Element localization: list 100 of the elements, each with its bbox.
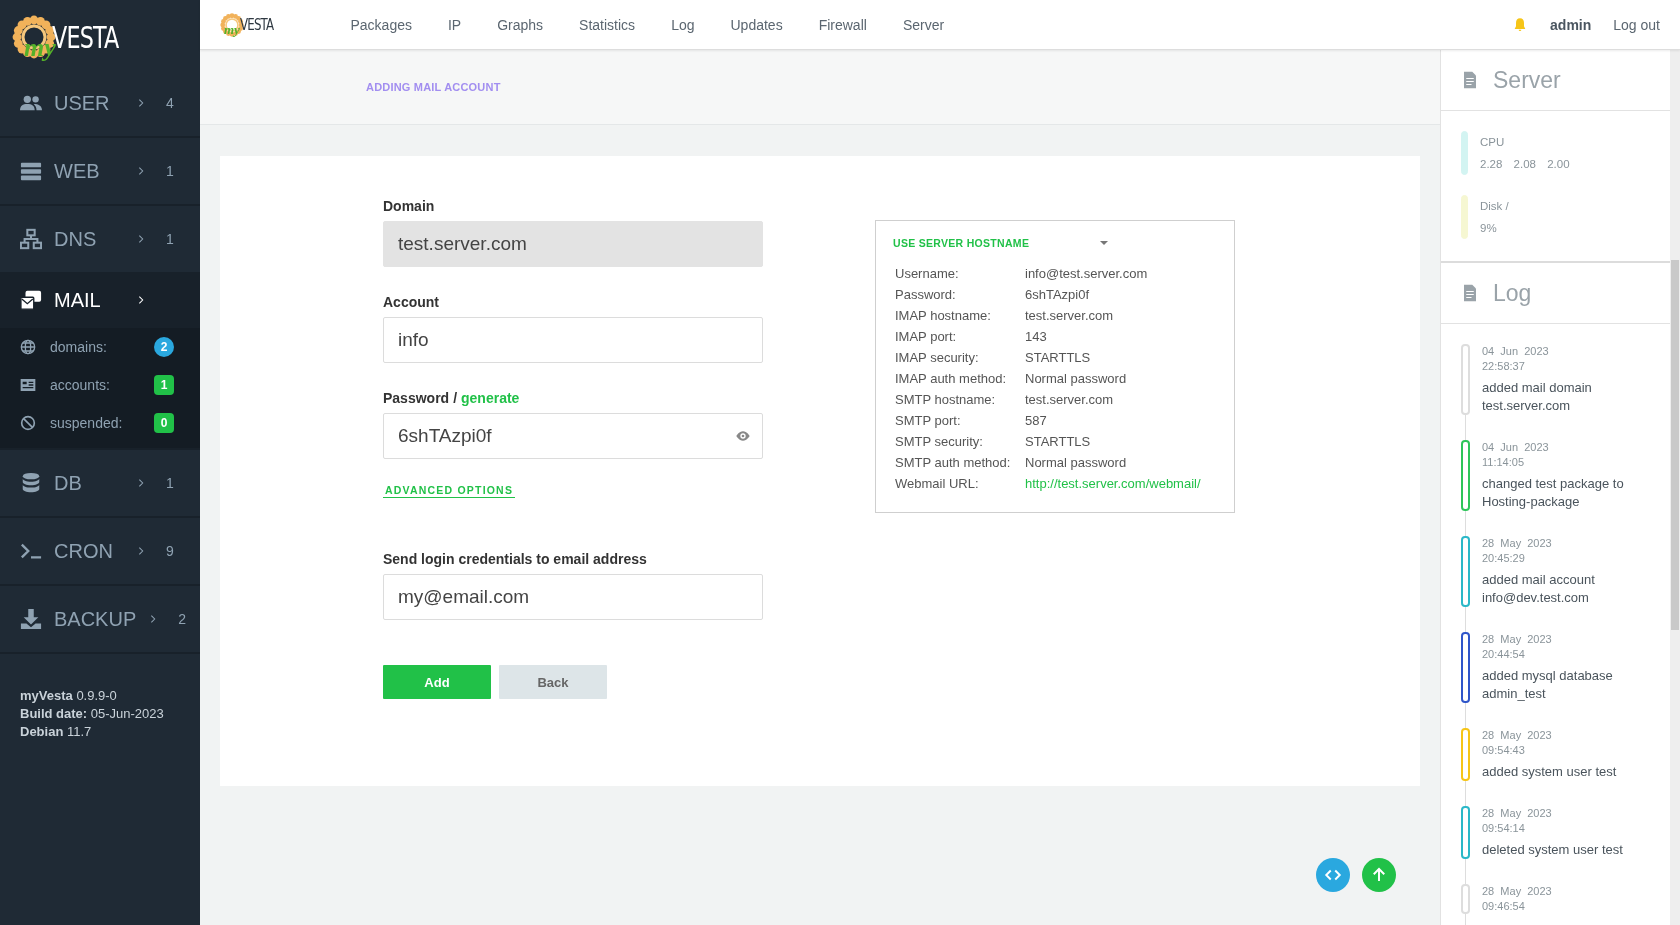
chevron-icon xyxy=(136,295,146,305)
field-label: Domain xyxy=(383,198,435,214)
chevron-icon xyxy=(136,546,146,556)
code-button[interactable] xyxy=(1316,858,1350,892)
log-text: deleted system user test xyxy=(1482,841,1624,859)
sidebar-item[interactable]: WEB 1 xyxy=(0,138,200,206)
user-name[interactable]: admin xyxy=(1550,16,1592,33)
log-timestamp: 04 Jun 2023 22:58:37 xyxy=(1482,344,1550,374)
info-label: Username: xyxy=(895,265,960,283)
info-label: SMTP auth method: xyxy=(895,454,1012,472)
nav-link[interactable]: Log xyxy=(653,16,713,33)
info-value: test.server.com xyxy=(1025,307,1114,325)
label-separator: / xyxy=(453,390,458,406)
eye-icon xyxy=(735,428,751,444)
nav-link[interactable]: Firewall xyxy=(800,16,885,33)
item-count: 4 xyxy=(166,95,174,111)
ban-icon xyxy=(20,415,36,431)
item-count: 1 xyxy=(166,163,174,179)
mail-icon xyxy=(20,289,42,311)
info-label: Webmail URL: xyxy=(895,475,980,493)
info-label: SMTP port: xyxy=(895,412,962,430)
nav-link[interactable]: Updates xyxy=(712,16,801,33)
document-icon xyxy=(1461,70,1479,90)
download-icon xyxy=(20,608,42,630)
count-badge: 0 xyxy=(154,413,174,433)
scroll-top-button[interactable] xyxy=(1362,858,1396,892)
stat-label: CPU xyxy=(1480,135,1506,150)
version-info: Build date: 05-Jun-2023 xyxy=(20,705,165,723)
nav-link[interactable]: Statistics xyxy=(561,16,654,33)
field-label: Password xyxy=(383,390,450,406)
nav-link[interactable]: Server xyxy=(884,16,963,33)
back-button[interactable]: Back xyxy=(499,665,607,699)
panel-title: Log xyxy=(1493,279,1532,307)
stat-value: 9% xyxy=(1480,221,1498,236)
info-value: 6shTAzpi0f xyxy=(1025,286,1090,304)
item-count: 1 xyxy=(166,475,174,491)
field-label: Send login credentials to email address xyxy=(383,551,647,567)
page-title: ADDING MAIL ACCOUNT xyxy=(366,81,501,93)
sidebar-item[interactable]: CRON 9 xyxy=(0,518,200,586)
log-timestamp: 28 May 2023 20:45:29 xyxy=(1482,536,1553,566)
stat-label: Disk / xyxy=(1480,199,1509,214)
info-label: IMAP port: xyxy=(895,328,958,346)
chevron-icon xyxy=(136,98,146,108)
info-value: 587 xyxy=(1025,412,1047,430)
log-text: changed test package to Hosting-package xyxy=(1482,475,1625,511)
item-count: 2 xyxy=(178,611,187,627)
item-count: 1 xyxy=(166,231,174,247)
log-timestamp: 04 Jun 2023 11:14:05 xyxy=(1482,440,1550,470)
log-text: added mail account info@dev.test.com xyxy=(1482,571,1596,607)
field-label: Account xyxy=(383,294,439,310)
chevron-icon xyxy=(136,166,146,176)
log-timestamp: 28 May 2023 09:54:14 xyxy=(1482,806,1553,836)
arrow-up-icon xyxy=(1370,866,1388,884)
log-timestamp: 28 May 2023 09:54:43 xyxy=(1482,728,1553,758)
scrollbar-thumb[interactable] xyxy=(1671,260,1679,630)
input-field[interactable]: my@email.com xyxy=(383,574,763,620)
info-value: Normal password xyxy=(1025,370,1127,388)
submenu-item[interactable]: accounts: 1 xyxy=(0,366,200,404)
chevron-icon xyxy=(136,478,146,488)
log-timestamp: 28 May 2023 20:44:54 xyxy=(1482,632,1553,662)
submenu-item[interactable]: suspended: 0 xyxy=(0,404,200,442)
id-card-icon xyxy=(20,377,36,393)
input-field[interactable]: 6shTAzpi0f xyxy=(383,413,763,459)
sidebar-item[interactable]: BACKUP 2 xyxy=(0,586,200,654)
info-label: SMTP hostname: xyxy=(895,391,997,409)
submenu-item[interactable]: domains: 2 xyxy=(0,328,200,366)
info-value: STARTTLS xyxy=(1025,349,1091,367)
count-badge: 1 xyxy=(154,375,174,395)
info-value: Normal password xyxy=(1025,454,1127,472)
info-label: IMAP auth method: xyxy=(895,370,1008,388)
stat-value: 2.28 2.08 2.00 xyxy=(1480,157,1570,172)
log-text: added mail domain test.server.com xyxy=(1482,379,1593,415)
nav-link[interactable]: IP xyxy=(429,16,480,33)
database-icon xyxy=(20,472,42,494)
logout-link[interactable]: Log out xyxy=(1613,16,1660,33)
version-info: Debian 11.7 xyxy=(20,723,93,741)
panel-title: Server xyxy=(1493,66,1561,94)
info-label: Password: xyxy=(895,286,957,304)
globe-icon xyxy=(20,339,36,355)
input-field[interactable]: info xyxy=(383,317,763,363)
server-icon xyxy=(20,160,42,182)
document-icon xyxy=(1461,283,1479,303)
item-count: 9 xyxy=(166,543,174,559)
log-text: added system user test xyxy=(1482,763,1618,781)
log-text: added mysql database admin_test xyxy=(1482,667,1614,703)
chevron-icon xyxy=(136,234,146,244)
info-label: IMAP hostname: xyxy=(895,307,992,325)
network-icon xyxy=(20,228,42,250)
info-label: SMTP security: xyxy=(895,433,984,451)
log-timestamp: 28 May 2023 09:46:54 xyxy=(1482,884,1552,914)
info-value: STARTTLS xyxy=(1025,433,1091,451)
sidebar-item[interactable]: DB 1 xyxy=(0,450,200,518)
info-value: info@test.server.com xyxy=(1025,265,1148,283)
nav-link[interactable]: Graphs xyxy=(479,16,562,33)
sidebar-item[interactable]: MAIL xyxy=(0,272,200,328)
info-value: test.server.com xyxy=(1025,391,1114,409)
info-label: IMAP security: xyxy=(895,349,980,367)
version-info: myVesta 0.9.9-0 xyxy=(20,687,118,705)
count-badge: 2 xyxy=(154,337,174,357)
nav-link[interactable]: Packages xyxy=(332,16,430,33)
